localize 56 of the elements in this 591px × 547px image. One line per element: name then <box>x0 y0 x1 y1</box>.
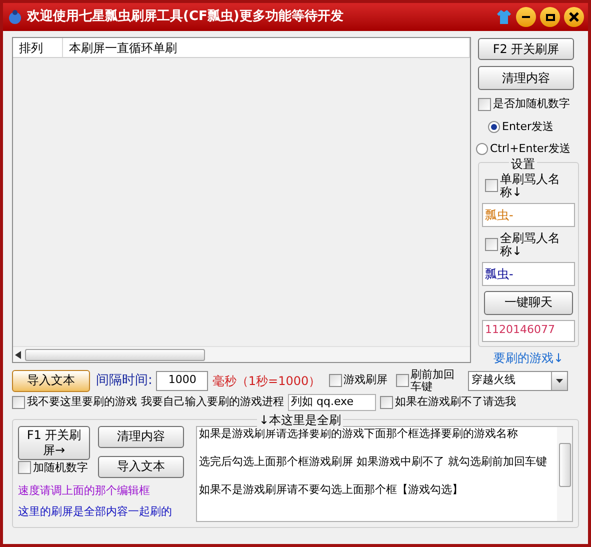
game-dropdown[interactable]: 穿越火线 <box>468 370 568 390</box>
checkbox[interactable] <box>396 374 409 387</box>
checkbox[interactable] <box>12 396 25 408</box>
checkbox-label: 加随机数字 <box>33 460 88 476</box>
name-field[interactable]: 瓢虫- <box>482 202 575 226</box>
checkbox[interactable] <box>328 374 342 387</box>
qq-field[interactable]: 1120146077 <box>482 320 575 342</box>
checkbox-label: 全刷骂人名称↓ <box>500 232 561 258</box>
clear-button[interactable]: 清理内容 <box>478 66 574 90</box>
checkbox[interactable] <box>18 461 31 474</box>
toggle-spam-button[interactable]: F2 开关刷屏 <box>478 38 574 60</box>
column-header[interactable]: 排列 <box>13 38 63 57</box>
dropdown-caret-icon <box>556 378 563 382</box>
checkbox[interactable] <box>485 238 498 251</box>
maximize-icon <box>546 14 554 20</box>
minimize-button[interactable] <box>516 7 536 27</box>
name-field[interactable]: 瓢虫- <box>482 262 575 286</box>
checkbox-label: 单刷骂人名称↓ <box>500 172 561 198</box>
checkbox-label: 我不要这里要刷的游戏 <box>27 394 137 410</box>
radio-button[interactable] <box>476 143 488 156</box>
checkbox-label: 刷前加回车键 <box>410 368 456 392</box>
radio-label: Enter发送 <box>502 118 554 134</box>
checkbox-label: 是否加随机数字 <box>493 96 570 112</box>
radio-label: Ctrl+Enter发送 <box>490 141 570 157</box>
process-label: 我要自己输入要刷的游戏进程 <box>141 394 284 410</box>
vertical-scrollbar[interactable] <box>557 426 572 520</box>
scroll-left-icon[interactable] <box>15 350 21 358</box>
unit-label: 毫秒（1秒=1000） <box>212 372 321 390</box>
import-text-button[interactable]: 导入文本 <box>98 456 184 478</box>
maximize-button[interactable] <box>540 7 560 27</box>
checkbox[interactable] <box>478 98 491 111</box>
radio-button[interactable] <box>488 120 500 133</box>
window-title: 欢迎使用七星瓢虫刷屏工具(CF瓢虫)更多功能等待开发 <box>27 8 344 26</box>
checkbox[interactable] <box>485 179 498 192</box>
shirt-icon[interactable] <box>496 9 512 25</box>
checkbox[interactable] <box>380 396 393 408</box>
toggle-spam-button[interactable]: F1 开关刷屏→ <box>18 426 90 460</box>
import-text-button[interactable]: 导入文本 <box>12 370 90 392</box>
column-header[interactable]: 本刷屏一直循环单刷 <box>63 38 470 57</box>
game-label: 要刷的游戏↓ <box>492 350 565 366</box>
speed-hint: 速度请调上面的那个编辑框 <box>18 483 151 499</box>
clear-button[interactable]: 清理内容 <box>98 426 184 448</box>
interval-label: 间隔时间: <box>96 372 152 390</box>
checkbox-label: 如果在游戏刷不了请选我 <box>395 394 516 410</box>
group-title: ↓本这里是全刷 <box>257 410 344 428</box>
message-text: 如果不是游戏刷屏请不要勾选上面那个框【游戏勾选】 <box>199 482 464 496</box>
full-spam-hint: 这里的刷屏是全部内容一起刷的 <box>18 504 173 520</box>
message-text: 选完后勾选上面那个框游戏刷屏 如果游戏中刷不了 就勾选刷前加回车键 <box>199 454 548 468</box>
interval-field[interactable]: 1000 <box>156 370 208 390</box>
checkbox-label: 游戏刷屏 <box>344 372 388 388</box>
horizontal-scrollbar[interactable] <box>13 346 470 362</box>
minimize-icon <box>522 16 530 18</box>
chat-button[interactable]: 一键聊天 <box>484 290 573 314</box>
close-button[interactable] <box>564 7 584 27</box>
close-icon <box>569 12 579 22</box>
process-field[interactable]: 列如 qq.exe <box>288 394 376 410</box>
